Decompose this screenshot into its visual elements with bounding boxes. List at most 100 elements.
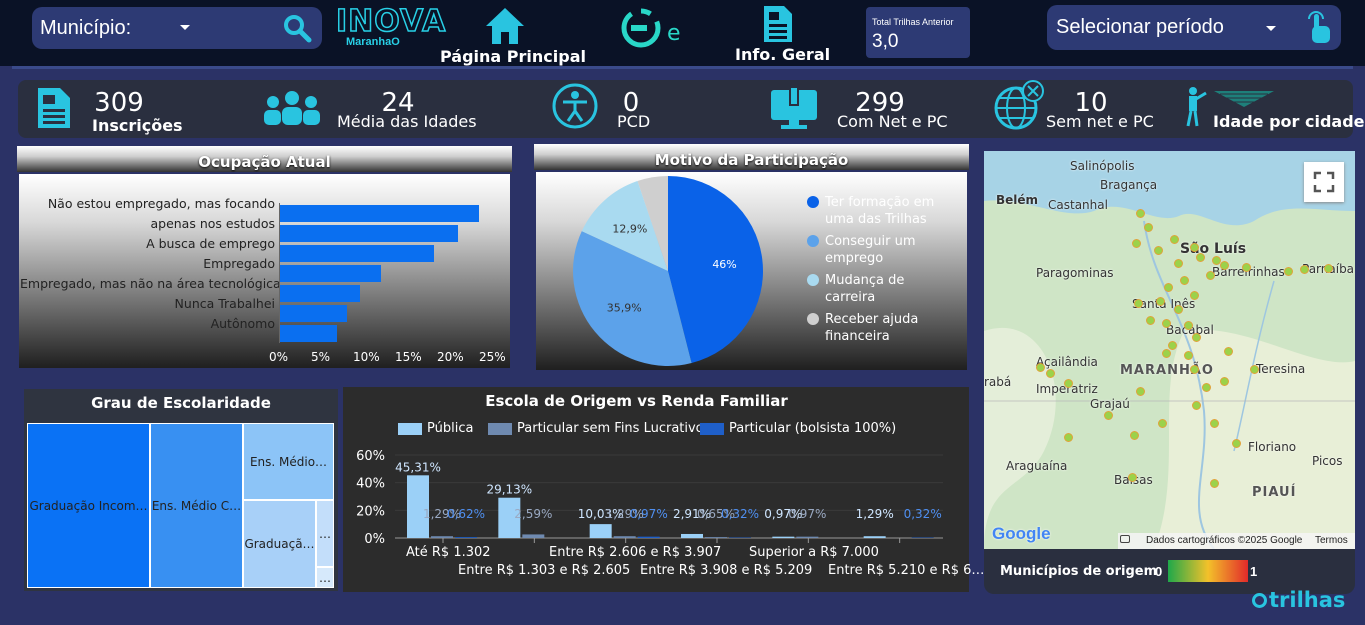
map-marker[interactable] (1174, 259, 1183, 268)
map-marker[interactable] (1168, 341, 1177, 350)
map-marker[interactable] (1190, 243, 1199, 252)
ocupacao-category-label: Autônomo (210, 316, 275, 331)
ocupacao-bar[interactable] (279, 245, 434, 262)
map-marker[interactable] (1190, 291, 1199, 300)
kpi-idade-cidade-label[interactable]: Idade por cidade (1213, 112, 1365, 131)
map-marker[interactable] (1220, 261, 1229, 270)
map-marker[interactable] (1156, 297, 1165, 306)
escola-legend-label[interactable]: Pública (427, 421, 473, 436)
map-marker[interactable] (1132, 239, 1141, 248)
map-marker[interactable] (1184, 321, 1193, 330)
ocupacao-bar[interactable] (279, 205, 479, 222)
ocupacao-bar[interactable] (279, 305, 348, 322)
escola-bar[interactable] (705, 537, 727, 538)
escola-bar[interactable] (455, 537, 477, 538)
municipio-dropdown[interactable]: Município: (32, 7, 322, 49)
escola-bar[interactable] (796, 536, 819, 538)
map-marker[interactable] (1134, 299, 1143, 308)
map-marker[interactable] (1136, 387, 1145, 396)
map-marker[interactable] (1210, 419, 1219, 428)
map-marker[interactable] (1192, 401, 1201, 410)
escola-bar[interactable] (637, 536, 660, 538)
map-marker[interactable] (1192, 333, 1201, 342)
map-marker[interactable] (1180, 276, 1189, 285)
pie-slice-label: 35,9% (607, 301, 642, 314)
map-marker[interactable] (1202, 383, 1211, 392)
escola-bar[interactable] (613, 536, 636, 538)
map-marker[interactable] (1196, 253, 1205, 262)
escola-bar[interactable] (431, 536, 453, 538)
municipios-map[interactable]: Salinópolis Bragança Belém Castanhal São… (984, 151, 1355, 549)
map-marker[interactable] (1136, 209, 1145, 218)
map-marker[interactable] (1162, 319, 1171, 328)
map-marker[interactable] (1036, 363, 1045, 372)
document-icon[interactable] (762, 4, 794, 44)
map-marker[interactable] (1162, 349, 1171, 358)
ocupacao-bar[interactable] (279, 285, 361, 302)
map-marker[interactable] (1146, 316, 1155, 325)
funnel-chart-icon[interactable] (1214, 89, 1274, 109)
chevron-down-icon (180, 25, 190, 30)
map-marker[interactable] (1224, 347, 1233, 356)
ocupacao-bar[interactable] (279, 265, 382, 282)
nav-info-label[interactable]: Info. Geral (735, 45, 830, 64)
map-marker[interactable] (1210, 479, 1219, 488)
periodo-selector[interactable]: Selecionar período (1047, 5, 1341, 50)
map-marker[interactable] (1242, 263, 1251, 272)
map-marker[interactable] (1300, 265, 1309, 274)
map-marker[interactable] (1220, 377, 1229, 386)
map-marker[interactable] (1190, 365, 1199, 374)
map-marker[interactable] (1158, 419, 1167, 428)
legend-swatch (807, 313, 819, 325)
map-marker[interactable] (1206, 271, 1215, 280)
map-terms-link[interactable]: Termos (1315, 535, 1348, 546)
treemap-cell[interactable]: Graduação Incom… (27, 423, 150, 588)
map-marker[interactable] (1144, 223, 1153, 232)
inova-maranhao-logo: INOVA MaranhaO (335, 4, 447, 48)
trilhas-anterior-card: Total Trilhas Anterior 3,0 (866, 7, 970, 58)
pie-legend-item[interactable]: Receber ajuda financeira (825, 311, 918, 345)
map-marker[interactable] (1046, 369, 1055, 378)
escola-bar[interactable] (589, 524, 612, 538)
treemap-cell[interactable]: … (316, 500, 334, 567)
treemap-cell[interactable]: Graduaçã… (243, 500, 316, 588)
map-marker[interactable] (1284, 267, 1293, 276)
treemap-cell[interactable]: Ens. Médio C… (150, 423, 243, 588)
escola-legend-label[interactable]: Particular (bolsista 100%) (729, 421, 896, 436)
pointer-hand-icon[interactable] (1305, 11, 1333, 45)
pie-legend-item[interactable]: Ter formação em uma das Trilhas (825, 194, 934, 228)
escola-bar-label: 0,97% (630, 507, 668, 521)
map-marker[interactable] (1064, 433, 1073, 442)
pie-legend-item[interactable]: Mudança de carreira (825, 272, 904, 306)
map-marker[interactable] (1184, 351, 1193, 360)
escola-bar[interactable] (681, 533, 703, 538)
map-marker[interactable] (1250, 365, 1259, 374)
escola-bar-label: 0,32% (721, 507, 759, 521)
ocupacao-bar[interactable] (279, 225, 458, 242)
escola-legend-label[interactable]: Particular sem Fins Lucrativos (517, 421, 710, 436)
map-marker[interactable] (1174, 305, 1183, 314)
map-marker[interactable] (1128, 473, 1137, 482)
map-marker[interactable] (1104, 411, 1113, 420)
map-marker[interactable] (1154, 246, 1163, 255)
treemap-cell[interactable]: Ens. Médio… (243, 423, 334, 500)
keyboard-icon[interactable] (1120, 535, 1130, 543)
ocupacao-bar[interactable] (279, 325, 337, 342)
pie-legend-text: uma das Trilhas (825, 212, 927, 227)
legend-swatch (700, 423, 724, 435)
pie-legend-item[interactable]: Conseguir um emprego (825, 233, 916, 267)
search-icon[interactable] (282, 13, 312, 43)
escola-bar[interactable] (772, 536, 795, 538)
fullscreen-button[interactable] (1304, 162, 1344, 202)
map-marker[interactable] (1232, 439, 1241, 448)
map-marker[interactable] (1130, 431, 1139, 440)
map-marker[interactable] (1164, 283, 1173, 292)
escola-bar[interactable] (863, 536, 886, 538)
map-marker[interactable] (1170, 235, 1179, 244)
treemap-cell[interactable]: … (316, 567, 334, 588)
home-icon[interactable] (484, 6, 526, 46)
map-marker[interactable] (1064, 379, 1073, 388)
map-marker[interactable] (1324, 264, 1333, 273)
escola-bar[interactable] (522, 534, 545, 538)
nav-home-label[interactable]: Página Principal (440, 47, 586, 66)
